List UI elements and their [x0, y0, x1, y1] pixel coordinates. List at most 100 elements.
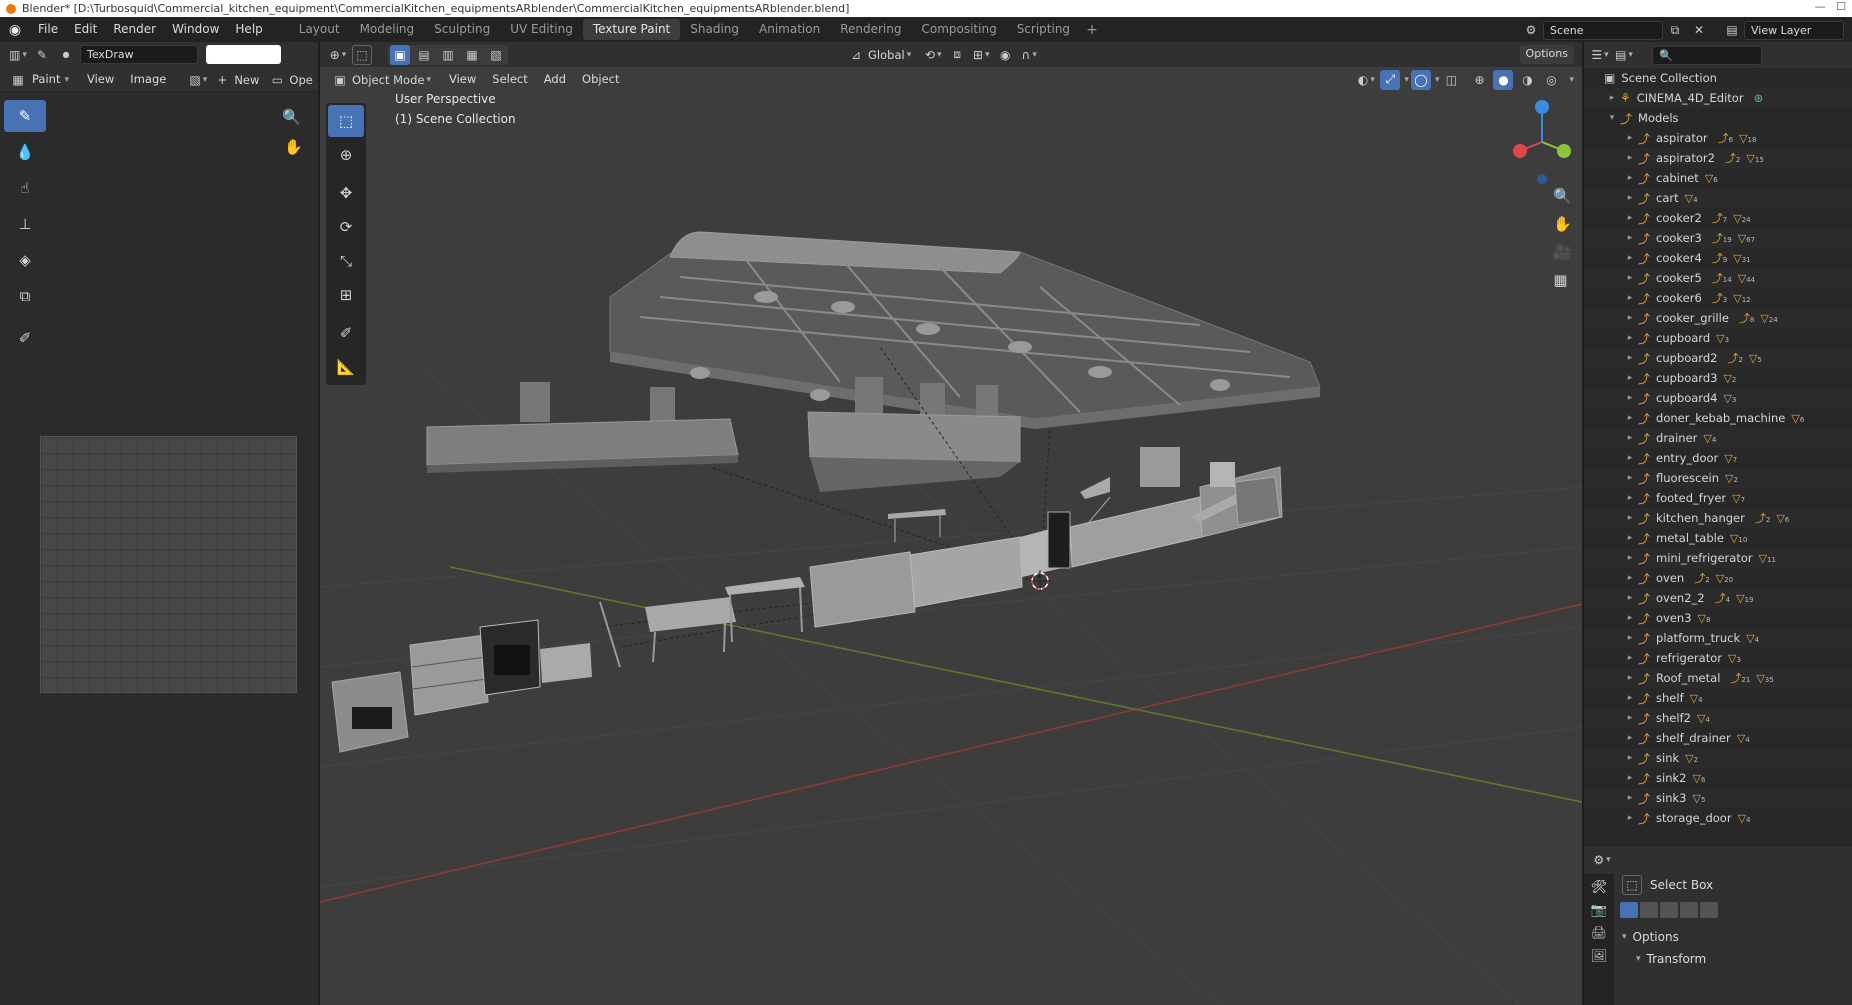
3d-viewport[interactable]: ▣ Object Mode ▾ View Select Add Object ◐…: [320, 67, 1582, 1005]
outliner-object-row[interactable]: ▸ ⤴ aspirator ⤴6 ▽18: [1584, 128, 1852, 148]
rotate-tool-icon[interactable]: ⟳: [328, 211, 364, 243]
expand-icon[interactable]: ▸: [1624, 153, 1636, 163]
expand-icon[interactable]: ▸: [1624, 233, 1636, 243]
scale-tool-icon[interactable]: ⤡: [328, 245, 364, 277]
expand-icon[interactable]: ▸: [1624, 813, 1636, 823]
falloff-icon[interactable]: ∩ ▾: [1019, 45, 1039, 65]
tool-tab-icon[interactable]: 🛠: [1591, 880, 1608, 895]
mesh-data-icon[interactable]: ▽2: [1725, 472, 1738, 485]
view-layer-field[interactable]: View Layer: [1744, 20, 1844, 40]
outliner-object-row[interactable]: ▸ ⤴ cooker5 ⤴14 ▽44: [1584, 268, 1852, 288]
outliner-object-row[interactable]: ▸ ⤴ metal_table ▽10: [1584, 528, 1852, 548]
select-tool-icon[interactable]: ⬚: [352, 44, 372, 65]
snap-target-icon[interactable]: ⊞ ▾: [971, 45, 991, 65]
children-icon[interactable]: ⤴2: [1755, 510, 1770, 526]
scene-name-field[interactable]: Scene: [1543, 20, 1663, 40]
menu-viewport-add[interactable]: Add: [536, 67, 574, 92]
brush-color-swatch[interactable]: [206, 45, 281, 64]
outliner-object-row[interactable]: ▸ ⤴ kitchen_hanger ⤴2 ▽6: [1584, 508, 1852, 528]
mesh-data-icon[interactable]: ▽31: [1733, 252, 1750, 265]
blender-logo-icon[interactable]: ◉: [0, 17, 30, 42]
tab-layout[interactable]: Layout: [289, 19, 350, 40]
expand-icon[interactable]: ▸: [1624, 613, 1636, 623]
menu-image[interactable]: Image: [122, 67, 174, 92]
measure-tool-icon[interactable]: 📐: [328, 351, 364, 383]
new-image-button[interactable]: New: [234, 73, 259, 87]
mesh-data-icon[interactable]: ▽3: [1716, 332, 1729, 345]
expand-icon[interactable]: ▸: [1624, 553, 1636, 563]
mesh-data-icon[interactable]: ▽7: [1732, 492, 1745, 505]
brush-dot-icon[interactable]: ●: [56, 45, 76, 65]
mesh-data-icon[interactable]: ▽4: [1746, 632, 1759, 645]
smear-brush-icon[interactable]: ☝: [4, 172, 46, 204]
children-icon[interactable]: ⤴2: [1725, 150, 1740, 166]
outliner-object-row[interactable]: ▸ ⤴ footed_fryer ▽7: [1584, 488, 1852, 508]
material-shading-icon[interactable]: ◑: [1517, 70, 1537, 90]
rendered-shading-icon[interactable]: ◎: [1541, 70, 1561, 90]
outliner-object-row[interactable]: ▸ ⤴ fluorescein ▽2: [1584, 468, 1852, 488]
shading-chevron-icon[interactable]: ▾: [1569, 75, 1574, 85]
expand-icon[interactable]: ▸: [1624, 173, 1636, 183]
tab-animation[interactable]: Animation: [749, 19, 830, 40]
soften-brush-icon[interactable]: 💧: [4, 136, 46, 168]
visibility-icon[interactable]: ◐ ▾: [1356, 70, 1376, 90]
outliner-object-row[interactable]: ▸ ⤴ shelf ▽4: [1584, 688, 1852, 708]
mesh-data-icon[interactable]: ▽20: [1716, 572, 1733, 585]
mask-brush-icon[interactable]: ⧉: [4, 280, 46, 312]
properties-editor-type-icon[interactable]: ⚙ ▾: [1592, 850, 1612, 870]
select-extend-icon[interactable]: ▤: [414, 45, 434, 65]
expand-icon[interactable]: ▸: [1624, 513, 1636, 523]
mesh-data-icon[interactable]: ▽18: [1739, 132, 1756, 145]
children-icon[interactable]: ⤴19: [1712, 230, 1732, 246]
snap-icon[interactable]: ⧈: [947, 45, 967, 65]
expand-icon[interactable]: ▸: [1624, 633, 1636, 643]
menu-viewport-object[interactable]: Object: [574, 67, 627, 92]
expand-icon[interactable]: ▸: [1624, 373, 1636, 383]
window-controls[interactable]: — ☐: [1815, 0, 1846, 13]
tab-texture-paint[interactable]: Texture Paint: [582, 19, 681, 40]
view-layer-icon[interactable]: ▤: [1722, 20, 1742, 40]
image-editor[interactable]: ✎ 💧 ☝ ⊥ ◈ ⧉ ✐ 🔍 ✋: [0, 92, 318, 1005]
tab-scripting[interactable]: Scripting: [1007, 19, 1080, 40]
new-scene-icon[interactable]: ⧉: [1665, 20, 1685, 40]
mesh-data-icon[interactable]: ▽6: [1692, 772, 1705, 785]
outliner-object-row[interactable]: ▸ ⤴ refrigerator ▽3: [1584, 648, 1852, 668]
zoom-icon[interactable]: 🔍: [282, 108, 301, 126]
menu-help[interactable]: Help: [227, 17, 270, 42]
mesh-data-icon[interactable]: ▽5: [1692, 792, 1705, 805]
mesh-data-icon[interactable]: ▽24: [1733, 212, 1750, 225]
outliner-object-row[interactable]: ▸ ⤴ entry_door ▽7: [1584, 448, 1852, 468]
transform-subpanel-header[interactable]: ▾ Transform: [1620, 948, 1846, 970]
collapse-icon[interactable]: ▾: [1606, 113, 1618, 123]
mesh-data-icon[interactable]: ▽4: [1697, 712, 1710, 725]
expand-icon[interactable]: ▸: [1624, 593, 1636, 603]
outliner-object-row[interactable]: ▸ ⤴ cupboard2 ⤴2 ▽5: [1584, 348, 1852, 368]
menu-image-view[interactable]: View: [79, 67, 122, 92]
collection-row[interactable]: ▸ ⚘ CINEMA_4D_Editor ⊛: [1584, 88, 1852, 108]
outliner-object-row[interactable]: ▸ ⤴ mini_refrigerator ▽11: [1584, 548, 1852, 568]
tab-uv-editing[interactable]: UV Editing: [500, 19, 583, 40]
pan-hand-icon[interactable]: ✋: [284, 138, 303, 156]
editor-type-icon[interactable]: ▥ ▾: [8, 45, 28, 65]
outliner-object-row[interactable]: ▸ ⤴ sink ▽2: [1584, 748, 1852, 768]
expand-icon[interactable]: ▸: [1624, 213, 1636, 223]
mesh-data-icon[interactable]: ▽3: [1723, 392, 1736, 405]
pan-viewport-icon[interactable]: ✋: [1553, 215, 1572, 233]
paint-mode-dropdown[interactable]: Paint: [30, 67, 62, 92]
delete-scene-icon[interactable]: ✕: [1689, 20, 1709, 40]
select-new-button[interactable]: [1620, 902, 1638, 918]
expand-icon[interactable]: ▸: [1624, 673, 1636, 683]
mesh-data-icon[interactable]: ▽4: [1685, 192, 1698, 205]
image-canvas-grid[interactable]: [40, 436, 297, 693]
tab-modeling[interactable]: Modeling: [350, 19, 425, 40]
select-invert-icon[interactable]: ▦: [462, 45, 482, 65]
select-box-icon[interactable]: ⬚: [1622, 875, 1642, 895]
new-image-icon[interactable]: +: [212, 70, 232, 90]
mesh-data-icon[interactable]: ▽4: [1738, 812, 1751, 825]
expand-icon[interactable]: ▸: [1624, 773, 1636, 783]
expand-icon[interactable]: ▸: [1624, 753, 1636, 763]
outliner-object-row[interactable]: ▸ ⤴ doner_kebab_machine ▽6: [1584, 408, 1852, 428]
expand-icon[interactable]: ▸: [1624, 393, 1636, 403]
expand-icon[interactable]: ▸: [1624, 313, 1636, 323]
expand-icon[interactable]: ▸: [1624, 453, 1636, 463]
